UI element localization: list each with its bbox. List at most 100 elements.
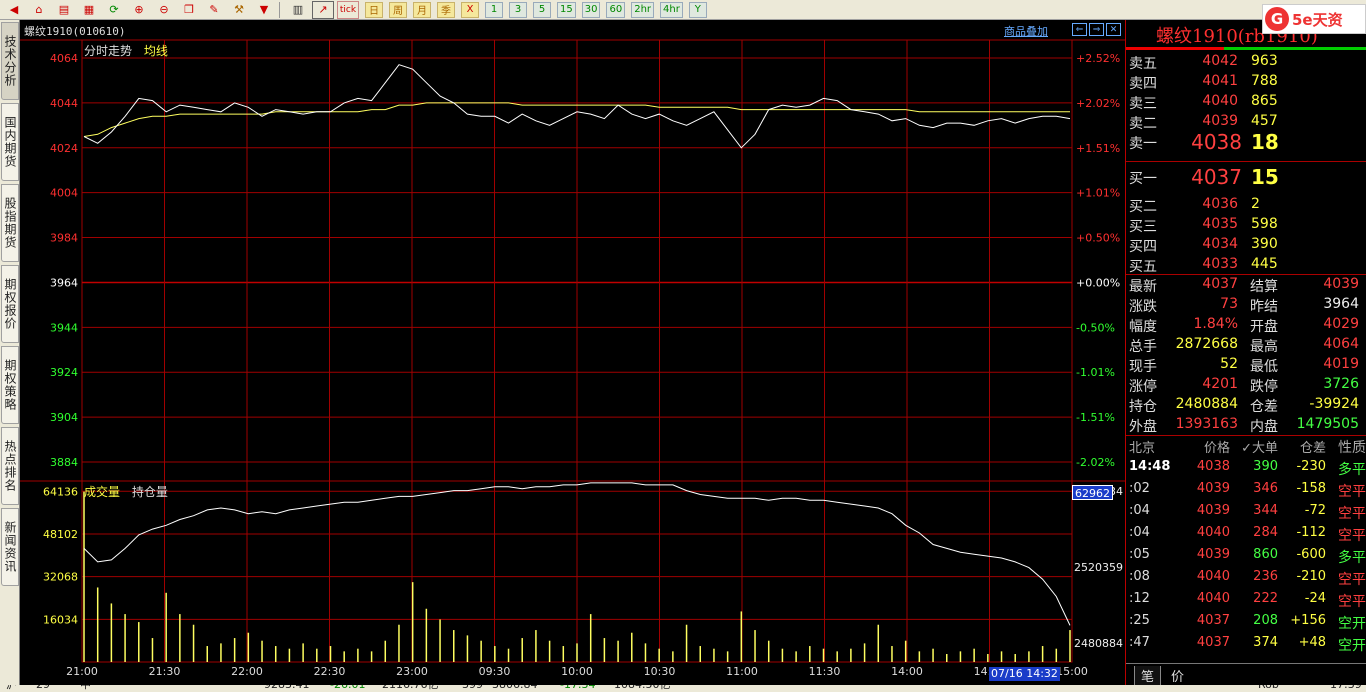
ask-row-4[interactable]: 卖一 4038 18 xyxy=(1126,130,1366,154)
left-tab-1[interactable]: 国内期货 xyxy=(1,103,19,181)
tick-price: 4037 xyxy=(1196,635,1230,650)
tick-nature: 空开 xyxy=(1338,616,1366,632)
book-label: 卖四 xyxy=(1129,76,1157,92)
period-button-5[interactable]: 1 xyxy=(485,1,503,18)
ticks-header-vol[interactable]: ✓大单 xyxy=(1232,437,1278,456)
left-tab-3[interactable]: 期权报价 xyxy=(1,265,19,343)
next-icon[interactable]: ⇒ xyxy=(1089,23,1104,36)
calendar-icon[interactable]: ▦ xyxy=(78,1,100,19)
period-button-3[interactable]: 季 xyxy=(437,1,455,18)
book-price: 4037 xyxy=(1191,165,1242,189)
stat-label: 昨结 xyxy=(1250,299,1278,315)
tick-oi-diff: +48 xyxy=(1298,635,1326,650)
left-tab-6[interactable]: 新闻资讯 xyxy=(1,508,19,586)
pen-icon[interactable]: ✎ xyxy=(203,1,225,19)
brand-logo: G 5e天资 xyxy=(1262,4,1366,34)
tick-row: :02 4039 346 -158 空平 xyxy=(1126,481,1366,503)
tab-price[interactable]: 价 xyxy=(1171,666,1184,685)
bid-row-3[interactable]: 买四 4034 390 xyxy=(1126,236,1366,256)
stat-value: 52 xyxy=(1220,356,1238,372)
window-icon[interactable]: ❐ xyxy=(178,1,200,19)
time-cursor-badge: 07/16 14:32 xyxy=(989,667,1060,681)
time-tick-label: 14:00 xyxy=(891,665,923,678)
book-price: 4040 xyxy=(1202,93,1238,109)
buy-sell-ratio-bar xyxy=(1126,47,1366,50)
toolbar-separator xyxy=(279,1,280,18)
book-label: 买五 xyxy=(1129,259,1157,275)
ask-row-3[interactable]: 卖二 4039 457 xyxy=(1126,113,1366,133)
tick-nature: 空平 xyxy=(1338,572,1366,588)
table-icon[interactable]: ▥ xyxy=(287,1,309,19)
tick-row: :47 4037 374 +48 空开 xyxy=(1126,635,1366,657)
ticks-header-diff: 仓差 xyxy=(1299,441,1326,456)
ask-row-0[interactable]: 卖五 4042 963 xyxy=(1126,53,1366,73)
bid-row-1[interactable]: 买二 4036 2 xyxy=(1126,196,1366,216)
bid-row-2[interactable]: 买三 4035 598 xyxy=(1126,216,1366,236)
ask-row-1[interactable]: 卖四 4041 788 xyxy=(1126,73,1366,93)
tick-row: :05 4039 860 -600 多平 xyxy=(1126,547,1366,569)
ask-row-2[interactable]: 卖三 4040 865 xyxy=(1126,93,1366,113)
pct-tick-label: -2.02% xyxy=(1076,456,1115,469)
period-button-9[interactable]: 30 xyxy=(581,1,601,18)
ticks-header-place: 北京 xyxy=(1129,441,1156,456)
period-button-7[interactable]: 5 xyxy=(533,1,551,18)
zoom-in-icon[interactable]: ⊕ xyxy=(128,1,150,19)
overlay-commodity-button[interactable]: 商品叠加 xyxy=(1004,23,1048,39)
open-interest-badge: 62962 xyxy=(1072,485,1113,500)
period-button-10[interactable]: 60 xyxy=(606,1,626,18)
stat-value: 3726 xyxy=(1323,376,1359,392)
stat-label: 涨跌 xyxy=(1129,299,1157,315)
time-tick-label: 10:00 xyxy=(561,665,593,678)
period-button-6[interactable]: 3 xyxy=(509,1,527,18)
prev-icon[interactable]: ⇐ xyxy=(1072,23,1087,36)
tab-ticks[interactable]: 笔 xyxy=(1134,666,1162,686)
bid-row-4[interactable]: 买五 4033 445 xyxy=(1126,256,1366,276)
notebook-icon[interactable]: ▤ xyxy=(53,1,75,19)
tick-price: 4040 xyxy=(1196,569,1230,584)
stats-row: 最新 4037 结算 4039 xyxy=(1126,276,1366,296)
period-button-1[interactable]: 周 xyxy=(389,1,407,18)
nav-icons: ⇐ ⇒ ✕ xyxy=(1072,23,1121,36)
stats-row: 现手 52 最低 4019 xyxy=(1126,356,1366,376)
book-qty: 18 xyxy=(1251,130,1279,154)
pct-tick-label: +2.02% xyxy=(1076,97,1120,110)
close-icon[interactable]: ✕ xyxy=(1106,23,1121,36)
period-button-0[interactable]: 日 xyxy=(365,1,383,18)
back-icon[interactable]: ◀ xyxy=(3,1,25,19)
stats-row: 涨停 4201 跌停 3726 xyxy=(1126,376,1366,396)
zoom-out-icon[interactable]: ⊖ xyxy=(153,1,175,19)
period-button-2[interactable]: 月 xyxy=(413,1,431,18)
price-tick-label: 3944 xyxy=(50,321,78,334)
left-tab-4[interactable]: 期权策略 xyxy=(1,346,19,424)
time-tick-label: 11:30 xyxy=(809,665,841,678)
period-button-4[interactable]: X xyxy=(461,1,479,18)
tick-price: 4039 xyxy=(1196,481,1230,496)
period-button-13[interactable]: Y xyxy=(688,1,707,18)
tick-volume: 860 xyxy=(1253,547,1278,562)
status-item: -26.01 xyxy=(330,685,365,690)
period-button-11[interactable]: 2hr xyxy=(631,1,655,18)
price-tick-label: 3904 xyxy=(50,411,78,424)
bid-row-0[interactable]: 买一 4037 15 xyxy=(1126,165,1366,189)
time-tick-label: 10:30 xyxy=(644,665,676,678)
filter-icon[interactable]: ▼ xyxy=(253,1,275,19)
left-tab-5[interactable]: 热点排名 xyxy=(1,427,19,505)
book-qty: 445 xyxy=(1251,256,1278,272)
left-tab-2[interactable]: 股指期货 xyxy=(1,184,19,262)
status-item: 1084.50亿 xyxy=(614,685,671,690)
refresh-icon[interactable]: ⟳ xyxy=(103,1,125,19)
home-icon[interactable]: ⌂ xyxy=(28,1,50,19)
stat-label: 内盘 xyxy=(1250,419,1278,435)
status-item: 17:39 xyxy=(1330,685,1362,690)
tools-icon[interactable]: ⚒ xyxy=(228,1,250,19)
period-button-8[interactable]: 15 xyxy=(557,1,576,18)
book-label: 买一 xyxy=(1129,171,1157,187)
time-tick-label: 22:00 xyxy=(231,665,263,678)
price-tick-label: 3884 xyxy=(50,456,78,469)
stat-value: 3964 xyxy=(1323,296,1359,312)
period-button-12[interactable]: 4hr xyxy=(660,1,683,18)
tick-button[interactable]: tick xyxy=(337,0,359,19)
left-tab-0[interactable]: 技术分析 xyxy=(1,22,19,100)
trend-chart-icon[interactable]: ↗ xyxy=(312,0,334,19)
stat-value: 2480884 xyxy=(1175,396,1238,412)
